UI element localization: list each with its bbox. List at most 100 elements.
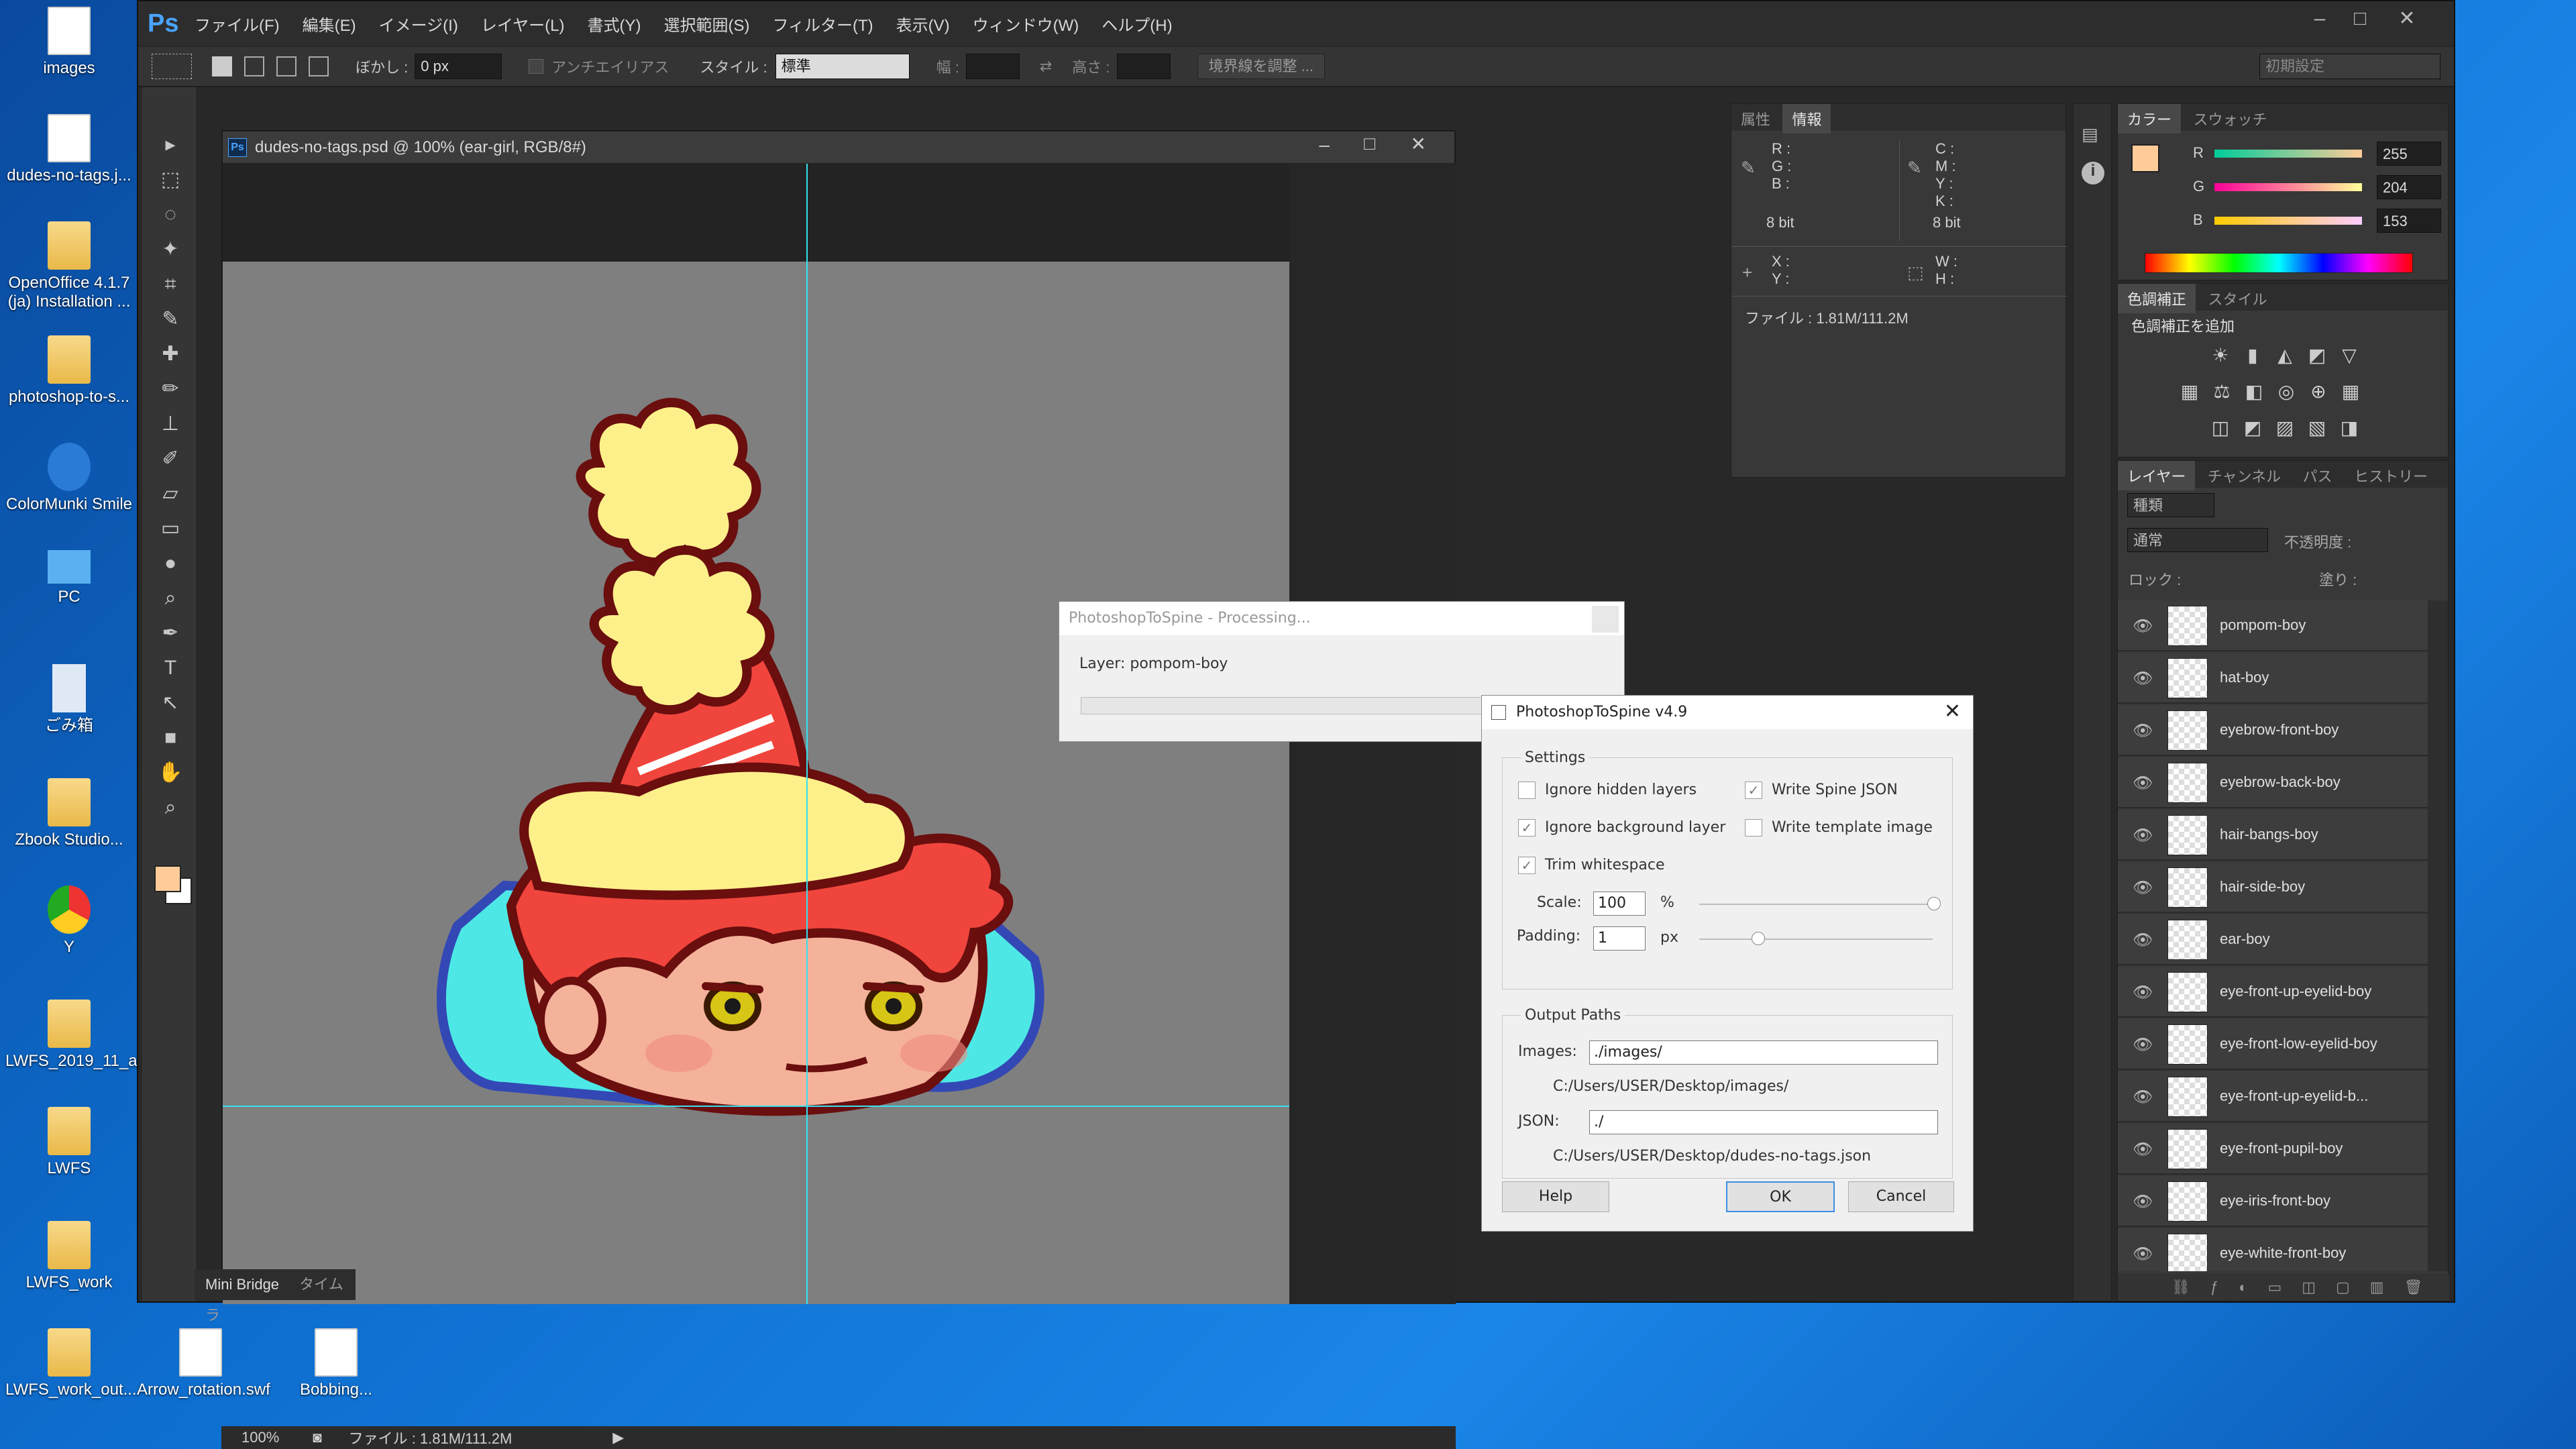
add-selection-icon[interactable]	[244, 56, 264, 76]
layer-row[interactable]: 👁 eyebrow-back-boy	[2118, 757, 2428, 808]
desktop-icon-10[interactable]: LWFS	[5, 1107, 133, 1178]
layer-row[interactable]: 👁 eye-front-low-eyelid-boy	[2118, 1019, 2428, 1070]
eye-icon[interactable]: 👁	[2133, 616, 2153, 636]
trim-whitespace-checkbox[interactable]: ✓	[1518, 857, 1536, 874]
layer-row[interactable]: 👁 eye-front-pupil-boy	[2118, 1124, 2428, 1175]
adjustment-icon-15[interactable]: ◨	[2338, 417, 2361, 439]
workspace-select[interactable]: 初期設定	[2259, 54, 2440, 79]
lasso-tool-icon[interactable]: ◌	[156, 201, 185, 228]
tab-channels[interactable]: チャンネル	[2198, 461, 2290, 490]
tab-paths[interactable]: パス	[2294, 461, 2342, 490]
processing-close-icon[interactable]	[1592, 606, 1619, 633]
layer-row[interactable]: 👁 pompom-boy	[2118, 600, 2428, 651]
write-template-checkbox[interactable]	[1745, 819, 1762, 837]
vertical-guide[interactable]	[806, 164, 808, 1304]
eye-icon[interactable]: 👁	[2133, 1140, 2153, 1159]
width-input[interactable]	[965, 54, 1020, 79]
menu-item-4[interactable]: 書式(Y)	[587, 12, 641, 36]
menu-item-8[interactable]: ウィンドウ(W)	[973, 12, 1079, 36]
adjustment-icon-4[interactable]: ▽	[2338, 344, 2361, 367]
style-select[interactable]: 標準	[775, 54, 910, 79]
scale-slider[interactable]	[1699, 904, 1933, 905]
menu-item-5[interactable]: 選択範囲(S)	[663, 12, 749, 36]
status-arrow-icon[interactable]: ▶	[612, 1429, 624, 1446]
desktop-icon-5[interactable]: PC	[5, 550, 133, 606]
desktop-icon-1[interactable]: dudes-no-tags.j...	[5, 114, 133, 185]
hand-tool-icon[interactable]: ✋	[156, 759, 185, 786]
eye-icon[interactable]: 👁	[2133, 1244, 2153, 1264]
new-selection-icon[interactable]	[212, 56, 232, 76]
channel-slider[interactable]	[2214, 183, 2362, 191]
channel-value-input[interactable]: 153	[2377, 209, 2441, 233]
desktop-icon-12[interactable]: LWFS_work_out...	[5, 1328, 137, 1399]
layer-row[interactable]: 👁 eye-front-up-eyelid-boy	[2118, 967, 2428, 1018]
zoom-level[interactable]: 100%	[241, 1429, 279, 1446]
adjustment-icon-5[interactable]: ▦	[2178, 380, 2201, 403]
layers-scrollbar[interactable]	[2428, 600, 2448, 1271]
shape-tool-icon[interactable]: ■	[156, 724, 185, 751]
channel-slider[interactable]	[2214, 217, 2362, 225]
desktop-icon-6[interactable]: ごみ箱	[5, 664, 133, 735]
layer-row[interactable]: 👁 eye-iris-front-boy	[2118, 1176, 2428, 1227]
desktop-icon-13[interactable]: Arrow_rotation.swf	[137, 1328, 270, 1399]
json-path-input[interactable]: ./	[1589, 1110, 1938, 1134]
desktop-icon-0[interactable]: images	[5, 7, 133, 78]
adjustment-icon-7[interactable]: ◧	[2243, 380, 2265, 403]
cancel-button[interactable]: Cancel	[1848, 1181, 1954, 1212]
crop-tool-icon[interactable]: ⌗	[156, 271, 185, 298]
marquee-tool-icon[interactable]: ⬚	[156, 166, 185, 193]
spine-close-icon[interactable]: ✕	[1944, 700, 1961, 723]
adjustment-icon-0[interactable]: ☀	[2209, 344, 2232, 367]
foreground-color-swatch[interactable]	[2131, 144, 2159, 172]
desktop-icon-7[interactable]: Zbook Studio...	[5, 778, 133, 849]
foreground-color-icon[interactable]	[154, 865, 181, 892]
eraser-tool-icon[interactable]: ▱	[156, 480, 185, 507]
tab-info[interactable]: 情報	[1782, 104, 1831, 133]
marquee-tool-preset-icon[interactable]	[152, 54, 192, 79]
tab-styles[interactable]: スタイル	[2198, 284, 2276, 313]
layer-row[interactable]: 👁 hair-bangs-boy	[2118, 810, 2428, 861]
eye-icon[interactable]: 👁	[2133, 983, 2153, 1002]
write-json-checkbox[interactable]: ✓	[1745, 782, 1762, 799]
brush-tool-icon[interactable]: ✏	[156, 376, 185, 402]
tab-swatches[interactable]: スウォッチ	[2184, 104, 2276, 133]
tab-adjustments[interactable]: 色調補正	[2118, 284, 2196, 313]
doc-maximize-icon[interactable]: □	[1364, 133, 1375, 154]
tab-properties[interactable]: 属性	[1731, 104, 1780, 133]
channel-value-input[interactable]: 204	[2377, 175, 2441, 199]
adjustment-icon-12[interactable]: ◩	[2241, 417, 2264, 439]
feather-input[interactable]: 0 px	[415, 54, 502, 79]
channel-value-input[interactable]: 255	[2377, 142, 2441, 166]
pen-tool-icon[interactable]: ✒	[156, 620, 185, 647]
desktop-icon-8[interactable]: Y	[5, 885, 133, 957]
desktop-icon-9[interactable]: LWFS_2019_11_all	[5, 1000, 144, 1071]
desktop-icon-4[interactable]: ColorMunki Smile	[5, 443, 133, 514]
refine-edge-button[interactable]: 境界線を調整 ...	[1197, 54, 1325, 79]
scale-slider-thumb[interactable]	[1927, 897, 1941, 910]
intersect-selection-icon[interactable]	[309, 56, 329, 76]
quick-select-icon[interactable]: ✦	[156, 236, 185, 263]
desktop-icon-11[interactable]: LWFS_work	[5, 1221, 133, 1292]
menu-item-2[interactable]: イメージ(I)	[379, 12, 458, 36]
channel-slider[interactable]	[2214, 150, 2362, 158]
eye-icon[interactable]: 👁	[2133, 1035, 2153, 1055]
eye-icon[interactable]: 👁	[2133, 773, 2153, 793]
adjustment-icon-8[interactable]: ◎	[2275, 380, 2298, 403]
zoom-tool-icon[interactable]: ⌕	[156, 794, 185, 821]
scale-input[interactable]: 100	[1593, 892, 1646, 916]
eye-icon[interactable]: 👁	[2133, 1087, 2153, 1107]
ok-button[interactable]: OK	[1726, 1181, 1835, 1212]
gradient-tool-icon[interactable]: ▭	[156, 515, 185, 542]
color-ramp[interactable]	[2145, 253, 2413, 273]
adjustment-icon-11[interactable]: ◫	[2209, 417, 2232, 439]
adjustment-icon-3[interactable]: ◩	[2306, 344, 2328, 367]
close-icon[interactable]: ✕	[2387, 5, 2427, 32]
mini-bridge-tab[interactable]: Mini Bridge	[205, 1276, 279, 1293]
history-brush-icon[interactable]: ✐	[156, 445, 185, 472]
path-select-icon[interactable]: ↖	[156, 690, 185, 716]
layer-kind-filter[interactable]: 種類	[2127, 493, 2214, 517]
layer-row[interactable]: 👁 hair-side-boy	[2118, 862, 2428, 913]
tab-color[interactable]: カラー	[2118, 104, 2182, 133]
type-tool-icon[interactable]: T	[156, 655, 185, 682]
stamp-tool-icon[interactable]: ⊥	[156, 411, 185, 437]
